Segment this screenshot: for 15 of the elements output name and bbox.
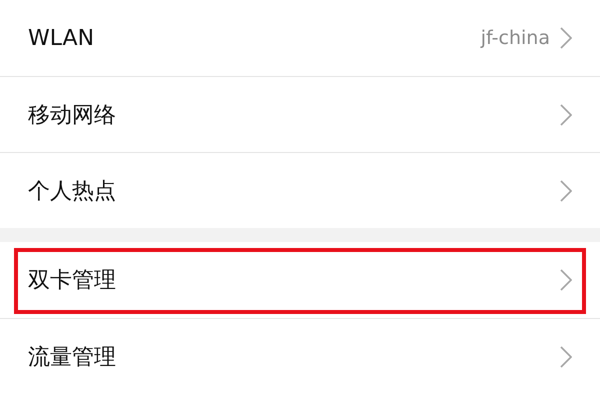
settings-row[interactable]: 双卡管理 (0, 242, 600, 318)
row-label: 双卡管理 (28, 267, 117, 295)
settings-row[interactable]: 移动网络 (0, 76, 600, 152)
row-label: 流量管理 (28, 344, 117, 372)
chevron-icon (560, 27, 572, 49)
chevron-icon (560, 180, 572, 202)
chevron-icon (560, 269, 572, 291)
row-label: 移动网络 (28, 102, 117, 130)
settings-row[interactable]: 流量管理 (0, 318, 600, 394)
row-value: jf-china (480, 27, 550, 49)
chevron-icon (560, 346, 572, 368)
row-label: 个人热点 (28, 178, 117, 206)
settings-row[interactable]: WLAN jf-china (0, 0, 600, 76)
chevron-icon (560, 104, 572, 126)
row-label: WLAN (28, 26, 96, 50)
